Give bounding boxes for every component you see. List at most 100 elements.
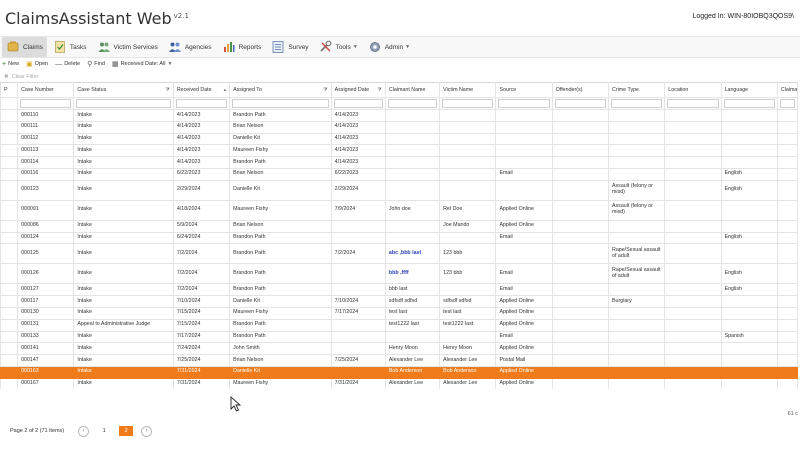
table-row[interactable]: 000086 Intake 5/9/2024 Brian Nelson Joe Mand… (0, 219, 799, 233)
table-row[interactable]: 000131 Appeal to Administrative Judge 7/15… (0, 318, 799, 332)
cell-flag (0, 377, 19, 389)
chevron-down-icon: ▼ (167, 61, 173, 67)
page-1-button[interactable]: 1 (97, 426, 111, 436)
cell-flag (0, 342, 19, 356)
menu-victim-services[interactable]: Victim Services (93, 37, 162, 57)
menu-tools[interactable]: Tools ▼ (315, 37, 362, 57)
table-row[interactable]: 000133 Intake 7/17/2024 Brandon Path Email Sp… (0, 330, 799, 344)
menu-reports[interactable]: Reports (218, 37, 266, 57)
next-page-icon[interactable]: › (141, 425, 153, 437)
clear-filter-button[interactable]: Clear Filter (12, 74, 39, 80)
column-header-received_date[interactable]: Received Date ▴ (172, 82, 231, 98)
column-header-assigned_to[interactable]: Assigned To ⧩ (229, 82, 332, 98)
sort-asc-icon[interactable]: ▴ (224, 87, 227, 93)
table-row[interactable]: 000113 Intake 4/14/2023 Maureen Fishy 4/14/2… (0, 144, 799, 158)
table-row[interactable]: 000091 Intake 4/18/2024 Maureen Fishy 7/9/20… (0, 199, 799, 221)
filter-input-crime_type[interactable] (611, 99, 663, 108)
filter-input-claimant_c[interactable] (779, 99, 795, 108)
open-button[interactable]: ▣ Open (26, 60, 48, 68)
table-row[interactable]: 000126 Intake 7/2/2024 Brandon Path bbb ,fff… (0, 263, 799, 285)
table-row[interactable]: 000127 Intake 7/2/2024 Brandon Path bbb last… (0, 283, 799, 297)
cell-victim_name (439, 120, 497, 134)
table-row[interactable]: 000141 Intake 7/24/2024 John Smith Henry Moo… (0, 342, 799, 356)
menu-survey[interactable]: Survey (267, 37, 312, 57)
table-row[interactable]: 000110 Intake 4/14/2023 Brandon Path 4/14/20… (0, 109, 799, 122)
filter-input-location[interactable] (667, 99, 719, 108)
column-header-assigned_date[interactable]: Assigned Date ⧩ (330, 82, 386, 98)
claims-table-body: 000110 Intake 4/14/2023 Brandon Path 4/14/20… (0, 109, 799, 389)
table-row[interactable]: 000114 Intake 4/14/2023 Brandon Path 4/14/20… (0, 156, 799, 169)
filter-cell-language (720, 97, 778, 110)
cell-claimant_name: Bob Anderson (384, 365, 441, 379)
filter-input-offenders[interactable] (554, 99, 606, 108)
filter-cell-victim_name (439, 97, 497, 110)
filter-input-case_status[interactable] (76, 99, 171, 108)
filter-input-assigned_date[interactable] (333, 99, 383, 108)
table-row[interactable]: 000111 Intake 4/14/2023 Brian Nelson 4/14/20… (0, 120, 799, 134)
column-header-claimant_name[interactable]: Claimant Name (384, 82, 441, 98)
page-2-button[interactable]: 2 (119, 426, 134, 436)
new-button[interactable]: + New (2, 61, 19, 68)
cell-assigned_to: Brandon Path (229, 109, 332, 122)
cell-victim_name: Alexander Lee (439, 354, 497, 367)
filter-icon[interactable]: ⧩ (165, 87, 169, 93)
cell-received_date: 7/17/2024 (172, 330, 231, 344)
cell-received_date: 6/24/2024 (172, 231, 231, 245)
menu-admin[interactable]: Admin ▼ (364, 37, 414, 57)
cell-language: English (720, 263, 778, 285)
cell-victim_name (439, 179, 497, 201)
table-row[interactable]: 000116 Intake 6/22/2023 Brian Nelson 6/22/20… (0, 167, 799, 181)
received-date-dropdown[interactable]: ▦ Received Date: All ▼ (112, 60, 173, 68)
table-row[interactable]: 000147 Intake 7/25/2024 Brian Nelson 7/25/20… (0, 354, 799, 367)
cell-offenders (551, 330, 610, 344)
cell-assigned_date (330, 219, 386, 233)
filter-input-source[interactable] (498, 99, 550, 108)
table-row[interactable]: 000117 Intake 7/10/2024 Danielle Kit 7/10/20… (0, 295, 799, 308)
filter-input-victim_name[interactable] (442, 99, 494, 108)
cell-language (720, 199, 778, 221)
table-row-selected[interactable]: 000163 Intake 7/31/2024 Danielle Kit Bob And… (0, 365, 799, 379)
cell-assigned_date (330, 231, 386, 245)
filter-input-language[interactable] (723, 99, 775, 108)
find-button[interactable]: ⚲ Find (87, 60, 105, 68)
filter-input-claimant_name[interactable] (387, 99, 438, 108)
column-header-claimant_c[interactable]: Claimant C (776, 82, 799, 98)
filter-icon[interactable]: ⧩ (377, 87, 381, 93)
cell-received_date: 7/31/2024 (172, 377, 231, 389)
filter-input-assigned_to[interactable] (232, 99, 329, 108)
filter-input-received_date[interactable] (175, 99, 228, 108)
table-row[interactable]: 000125 Intake 7/2/2024 Brandon Path 7/2/2024… (0, 243, 799, 265)
cell-language (720, 144, 778, 158)
column-header-language[interactable]: Language (720, 82, 778, 98)
table-row[interactable]: 000167 Intake 7/31/2024 Maureen Fishy 7/31/2… (0, 377, 799, 389)
cell-location (664, 120, 722, 134)
column-header-flag[interactable]: P (0, 82, 19, 98)
column-header-case_number[interactable]: Case Number (17, 82, 75, 98)
cell-assigned_date (330, 263, 386, 285)
filter-input-case_number[interactable] (20, 99, 72, 108)
cell-assigned_date (330, 318, 386, 332)
column-header-crime_type[interactable]: Crime Type (607, 82, 666, 98)
cell-victim_name (439, 109, 497, 122)
column-header-location[interactable]: Location (664, 82, 722, 98)
column-header-offenders[interactable]: Offender(s) (551, 82, 610, 98)
filter-icon[interactable]: ⧩ (323, 87, 327, 93)
table-row[interactable]: 000123 Intake 2/29/2024 Danielle Kit 2/29/20… (0, 179, 799, 201)
column-header-source[interactable]: Source (495, 82, 553, 98)
cell-location (664, 199, 722, 221)
prev-page-icon[interactable]: ‹ (78, 425, 90, 437)
table-row[interactable]: 000112 Intake 4/14/2023 Danielle Kit 4/14/20… (0, 132, 799, 146)
menu-claims[interactable]: Claims (2, 37, 47, 57)
table-row[interactable]: 000124 Intake 6/24/2024 Brandon Path Email En… (0, 231, 799, 245)
cell-victim_name: Rel Doe (439, 199, 497, 221)
menu-agencies[interactable]: Agencies (164, 37, 216, 57)
cell-crime_type (607, 377, 666, 389)
menu-tasks[interactable]: Tasks (49, 37, 91, 57)
column-header-victim_name[interactable]: Victim Name (439, 82, 497, 98)
cell-assigned_to: Danielle Kit (229, 179, 332, 201)
delete-button[interactable]: — Delete (55, 61, 80, 68)
cell-claimant_c (776, 318, 799, 332)
cell-assigned_date: 7/9/2024 (330, 199, 386, 221)
column-header-case_status[interactable]: Case Status ⧩ (73, 82, 174, 98)
table-row[interactable]: 000130 Intake 7/15/2024 Maureen Fishy 7/17/2… (0, 306, 799, 320)
